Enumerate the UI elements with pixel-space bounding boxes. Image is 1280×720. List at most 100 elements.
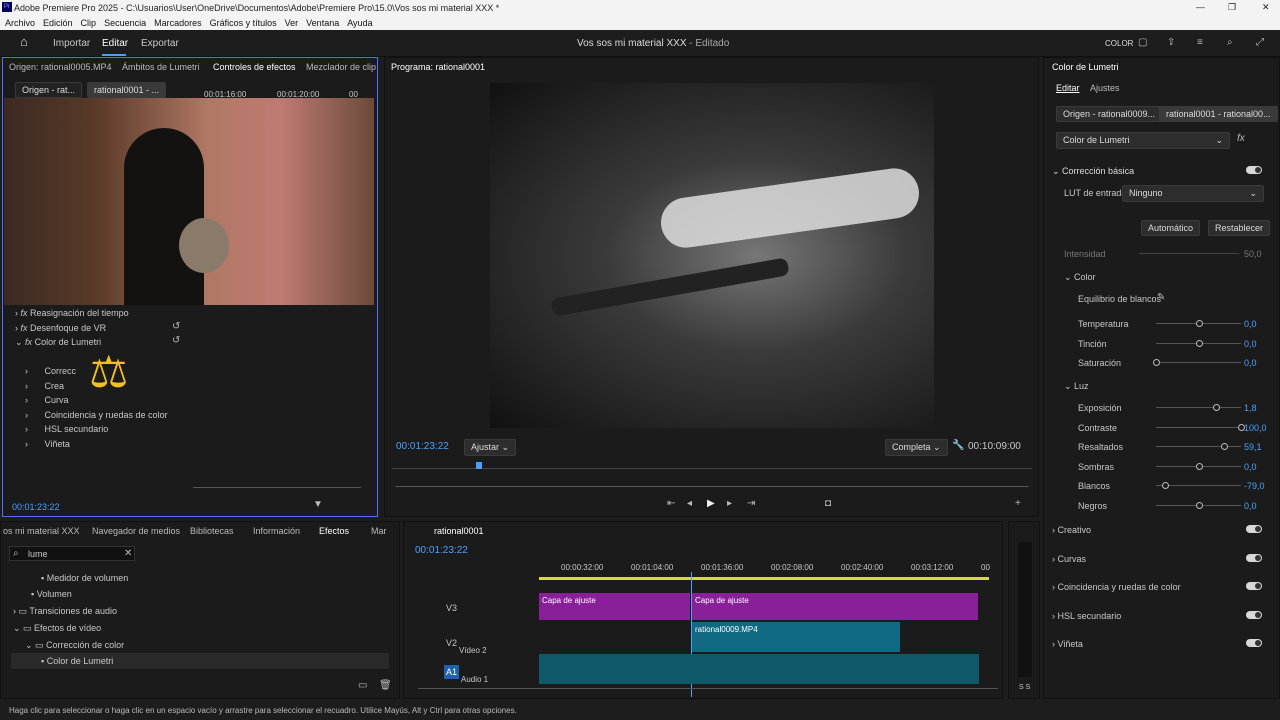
param-value[interactable]: 59,1 — [1244, 442, 1262, 452]
list-item[interactable]: ⌄ ▭ Efectos de vídeo — [13, 623, 101, 634]
tab-importar[interactable]: Importar — [53, 38, 90, 49]
fit-dropdown[interactable]: Ajustar ⌄ — [464, 439, 517, 456]
reset-icon[interactable]: ↺ — [172, 336, 180, 346]
tab-editar[interactable]: Editar — [102, 38, 128, 49]
timeline-title[interactable]: rational0001 — [434, 526, 484, 536]
close-button[interactable]: ✕ — [1262, 2, 1270, 13]
reset-icon[interactable]: ↺ — [172, 322, 180, 332]
effect-dropdown[interactable]: Color de Lumetri ⌄ — [1056, 132, 1230, 149]
param-value[interactable]: 0,0 — [1244, 462, 1257, 472]
section-4[interactable]: › Viñeta — [1052, 639, 1083, 649]
step-back-icon[interactable]: ⇤ — [667, 499, 675, 509]
list-item[interactable]: ▪ Medidor de volumen — [41, 573, 128, 583]
list-item[interactable]: › ▭ Transiciones de audio — [13, 606, 117, 617]
intensity-slider[interactable] — [1139, 253, 1239, 254]
section-basic[interactable]: ⌄ Corrección básica — [1052, 166, 1134, 177]
param-value[interactable]: 100,0 — [1244, 423, 1267, 433]
param-value[interactable]: -79,0 — [1244, 481, 1265, 491]
list-item[interactable]: ▪ Volumen — [31, 589, 72, 599]
filter-icon[interactable]: ▼ — [313, 500, 323, 510]
lumetri-title[interactable]: Color de Lumetri — [1052, 62, 1119, 72]
menu-marcadores[interactable]: Marcadores — [154, 18, 202, 28]
param-slider[interactable] — [1156, 362, 1241, 363]
menu-ver[interactable]: Ver — [285, 18, 299, 28]
program-ruler[interactable] — [392, 468, 1032, 469]
frame-back-icon[interactable]: ◂ — [687, 499, 692, 509]
source-button[interactable]: Origen - rational0009... — [1056, 106, 1163, 122]
timeline-scrollbar[interactable] — [418, 688, 998, 689]
share-icon[interactable]: ⇪ — [1167, 38, 1175, 48]
section-0[interactable]: › Creativo — [1052, 525, 1091, 535]
search-icon[interactable]: ⌕ — [1227, 38, 1233, 48]
param-knob[interactable] — [1221, 443, 1228, 450]
tab-libraries[interactable]: Bibliotecas — [190, 526, 234, 536]
param-slider[interactable] — [1156, 485, 1241, 486]
section-toggle[interactable] — [1246, 610, 1262, 619]
auto-button[interactable]: Automático — [1141, 220, 1201, 236]
quality-dropdown[interactable]: Completa ⌄ — [885, 439, 948, 456]
section-3[interactable]: › HSL secundario — [1052, 611, 1121, 621]
menu-secuencia[interactable]: Secuencia — [104, 18, 146, 28]
menu-graficos[interactable]: Gráficos y títulos — [210, 18, 277, 28]
tab-effects[interactable]: Efectos — [319, 526, 349, 536]
frame-forward-icon[interactable]: ▸ — [727, 499, 732, 509]
param-slider[interactable] — [1156, 407, 1241, 408]
section-2[interactable]: › Coincidencia y ruedas de color — [1052, 582, 1181, 592]
tab-settings[interactable]: Ajustes — [1090, 83, 1120, 93]
param-knob[interactable] — [1161, 482, 1169, 489]
trash-icon[interactable]: 🗑 — [379, 681, 392, 691]
param-value[interactable]: 0,0 — [1244, 358, 1257, 368]
tab-media-browser[interactable]: Navegador de medios — [92, 526, 180, 536]
param-knob[interactable] — [1195, 339, 1203, 347]
menu-edicion[interactable]: Edición — [43, 18, 73, 28]
tab-exportar[interactable]: Exportar — [141, 38, 179, 49]
basic-toggle[interactable] — [1246, 166, 1262, 174]
workspace-label[interactable]: COLOR — [1105, 39, 1133, 48]
clip-video[interactable]: rational0009.MP4 — [692, 622, 900, 652]
eyedropper-icon[interactable]: ✎ — [1157, 293, 1165, 303]
effect-row[interactable]: › fx Reasignación del tiempo — [15, 308, 129, 318]
camera-icon[interactable]: ◘ — [825, 499, 831, 509]
step-forward-icon[interactable]: ⇥ — [747, 499, 755, 509]
lumetri-item[interactable]: › Viñeta — [25, 439, 70, 449]
tab-effect-controls[interactable]: Controles de efectos — [213, 62, 296, 72]
lut-dropdown[interactable]: Ninguno ⌄ — [1122, 185, 1264, 202]
list-item[interactable]: ⌄ ▭ Corrección de color — [25, 640, 124, 651]
effect-row[interactable]: ⌄ fx Color de Lumetri — [15, 337, 101, 348]
source-subtab[interactable]: Origen - rat... — [15, 82, 83, 98]
section-toggle[interactable] — [1246, 553, 1262, 562]
tab-source[interactable]: Origen: rational0005.MP4 — [9, 62, 112, 72]
light-group[interactable]: ⌄ Luz — [1064, 381, 1089, 392]
effect-row[interactable]: › fx Desenfoque de VR — [15, 323, 106, 333]
tab-markers[interactable]: Mar — [371, 526, 387, 536]
lumetri-item[interactable]: › Correcc — [25, 366, 76, 376]
tab-project[interactable]: os mi material XXX — [3, 526, 80, 536]
folder-icon[interactable]: ▭ — [358, 681, 367, 691]
clip-adjustment-1[interactable]: Capa de ajuste — [539, 593, 690, 620]
tab-edit[interactable]: Editar — [1056, 83, 1080, 93]
section-toggle[interactable] — [1246, 582, 1262, 590]
param-knob[interactable] — [1195, 501, 1203, 509]
wrench-icon[interactable]: 🔧 — [952, 441, 964, 451]
minimize-button[interactable]: — — [1196, 2, 1205, 12]
tab-clip-mixer[interactable]: Mezclador de clip — [306, 62, 376, 72]
playhead-marker[interactable] — [476, 462, 482, 469]
work-area-bar[interactable] — [539, 577, 989, 580]
param-slider[interactable] — [1156, 426, 1241, 428]
param-value[interactable]: 1,8 — [1244, 403, 1257, 413]
list-item-selected[interactable]: ▪ Color de Lumetri — [11, 653, 389, 669]
home-icon[interactable]: ⌂ — [20, 35, 28, 48]
program-zoom-bar[interactable] — [395, 486, 1029, 487]
param-slider[interactable] — [1156, 446, 1241, 447]
menu-ayuda[interactable]: Ayuda — [347, 18, 372, 28]
zoom-scrollbar[interactable] — [193, 487, 361, 488]
sequence-subtab[interactable]: rational0001 - ... — [87, 82, 167, 98]
panel-icon[interactable]: ▢ — [1138, 38, 1147, 48]
lumetri-item[interactable]: › HSL secundario — [25, 424, 108, 434]
section-toggle[interactable] — [1246, 639, 1262, 647]
reset-button[interactable]: Restablecer — [1208, 220, 1271, 236]
clear-icon[interactable]: ✕ — [124, 549, 132, 559]
section-toggle[interactable] — [1246, 525, 1262, 533]
lumetri-item[interactable]: › Crea — [25, 381, 64, 391]
fullscreen-icon[interactable]: ⤢ — [1256, 38, 1264, 48]
